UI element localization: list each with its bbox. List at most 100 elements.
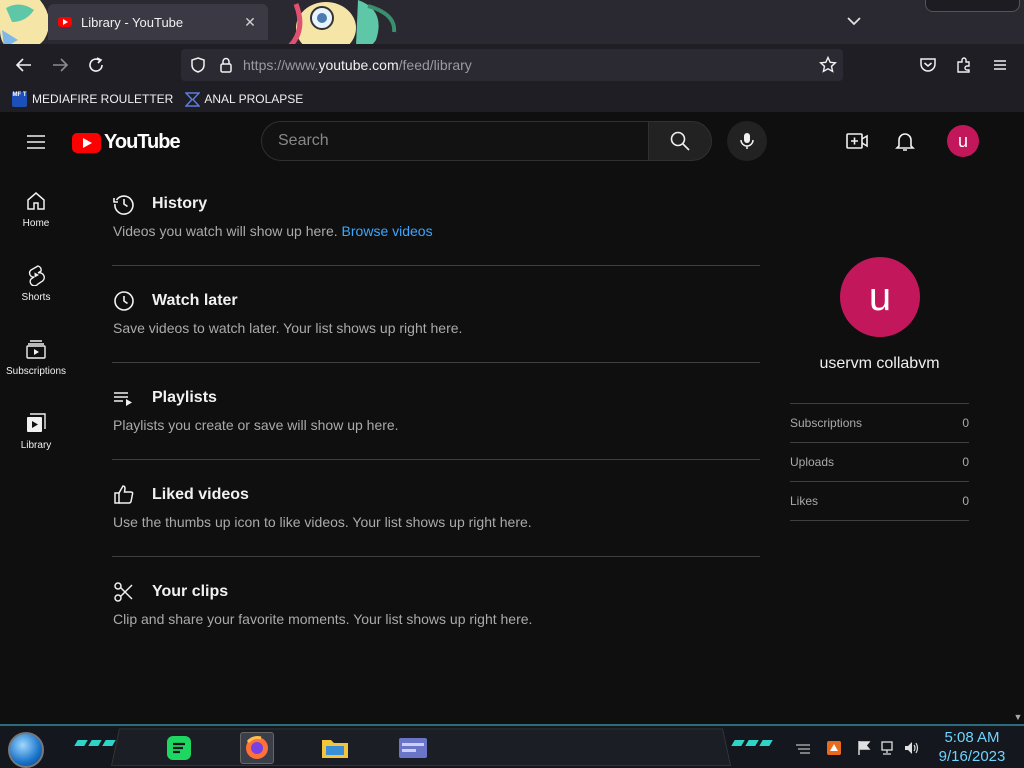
spotify-icon xyxy=(167,736,191,760)
microphone-icon xyxy=(740,133,754,149)
system-clock[interactable]: 5:08 AM 9/16/2023 xyxy=(930,728,1014,766)
extensions-button[interactable] xyxy=(953,54,975,76)
youtube-header: YouTube u xyxy=(0,112,1012,170)
create-video-icon[interactable] xyxy=(845,129,869,153)
youtube-play-icon xyxy=(72,132,101,153)
tab-youtube-library[interactable]: Library - YouTube ✕ xyxy=(48,4,268,40)
sidebar-item-home[interactable]: Home xyxy=(0,170,72,244)
taskbar-firefox-button[interactable] xyxy=(240,732,274,764)
bookmarks-toolbar: MF T MEDIAFIRE ROULETTER ANAL PROLAPSE xyxy=(0,86,1024,112)
stat-row-likes: Likes 0 xyxy=(790,481,969,520)
stat-row-uploads: Uploads 0 xyxy=(790,442,969,481)
section-header[interactable]: Playlists xyxy=(112,386,217,410)
stat-label: Subscriptions xyxy=(790,416,863,430)
browse-videos-link[interactable]: Browse videos xyxy=(342,223,433,239)
stat-value: 0 xyxy=(962,455,969,469)
divider xyxy=(790,520,969,521)
section-liked-videos: Liked videos Use the thumbs up icon to l… xyxy=(112,461,760,558)
search-icon xyxy=(670,131,690,151)
browser-nav-bar: https://www.youtube.com/feed/library xyxy=(0,44,1024,86)
network-icon[interactable] xyxy=(880,740,896,756)
taskbar-file-explorer-button[interactable] xyxy=(318,732,352,764)
youtube-favicon-icon xyxy=(58,17,72,27)
search-button[interactable] xyxy=(648,121,712,161)
section-title: History xyxy=(152,195,208,212)
pocket-icon xyxy=(920,58,936,72)
folder-icon xyxy=(322,740,348,758)
watch-later-icon xyxy=(114,291,134,311)
youtube-wordmark: YouTube xyxy=(104,131,181,153)
sidebar-item-shorts[interactable]: Shorts xyxy=(0,244,72,318)
section-title: Watch later xyxy=(152,292,238,309)
clock-time: 5:08 AM xyxy=(944,729,1000,746)
forward-button[interactable] xyxy=(49,54,71,76)
youtube-logo[interactable]: YouTube xyxy=(72,131,181,154)
section-playlists: Playlists Playlists you create or save w… xyxy=(112,364,760,461)
bookmark-mediafire-rouletter[interactable]: MF T MEDIAFIRE ROULETTER xyxy=(12,91,174,107)
volume-icon[interactable] xyxy=(904,740,920,756)
bookmark-anal-prolapse[interactable]: ANAL PROLAPSE xyxy=(185,91,304,107)
notifications-bell-icon[interactable] xyxy=(893,129,917,153)
tab-close-icon[interactable]: ✕ xyxy=(242,14,258,31)
search-box xyxy=(261,121,649,161)
taskbar: 5:08 AM 9/16/2023 xyxy=(0,724,1024,768)
url-text: https://www.youtube.com/feed/library xyxy=(243,57,472,73)
bookmark-star-icon[interactable] xyxy=(819,56,837,74)
sigma-icon xyxy=(185,91,201,107)
section-header[interactable]: Watch later xyxy=(112,289,238,313)
bookmark-label: MEDIAFIRE ROULETTER xyxy=(32,92,174,106)
section-title: Liked videos xyxy=(152,486,249,503)
divider xyxy=(112,362,760,363)
account-avatar-button[interactable]: u xyxy=(947,125,979,157)
sidebar-item-label: Library xyxy=(20,440,52,451)
shorts-icon xyxy=(28,265,45,286)
shield-icon[interactable] xyxy=(189,56,207,74)
address-bar[interactable]: https://www.youtube.com/feed/library xyxy=(181,49,843,81)
history-icon xyxy=(113,195,134,215)
clips-scissors-icon xyxy=(114,582,133,602)
sidebar-item-label: Subscriptions xyxy=(5,366,67,377)
subscriptions-icon xyxy=(26,340,46,359)
voice-search-button[interactable] xyxy=(727,121,767,161)
bookmark-label: ANAL PROLAPSE xyxy=(204,92,304,106)
firefox-icon xyxy=(246,736,268,759)
divider xyxy=(112,556,760,557)
hamburger-menu-icon xyxy=(994,60,1006,70)
section-header[interactable]: Liked videos xyxy=(112,483,249,507)
forward-arrow-icon xyxy=(53,58,69,72)
puzzle-icon xyxy=(957,57,970,73)
window-app-icon xyxy=(399,738,427,758)
stat-value: 0 xyxy=(962,494,969,508)
lock-icon[interactable] xyxy=(217,56,235,74)
section-header[interactable]: Your clips xyxy=(112,580,228,604)
sidebar-item-subscriptions[interactable]: Subscriptions xyxy=(0,318,72,392)
section-description: Use the thumbs up icon to like videos. Y… xyxy=(113,514,532,530)
sidebar-item-library[interactable]: Library xyxy=(0,392,72,466)
taskbar-decoration xyxy=(74,740,116,748)
list-all-tabs-chevron-icon[interactable] xyxy=(845,12,863,30)
taskbar-app-button[interactable] xyxy=(396,732,430,764)
profile-avatar[interactable]: u xyxy=(840,257,920,337)
stat-value: 0 xyxy=(962,416,969,430)
taskbar-spotify-button[interactable] xyxy=(162,732,196,764)
section-description: Videos you watch will show up here. Brow… xyxy=(113,223,433,239)
reload-button[interactable] xyxy=(85,54,107,76)
stat-row-subscriptions: Subscriptions 0 xyxy=(790,403,969,442)
section-title: Playlists xyxy=(152,389,217,406)
app-menu-button[interactable] xyxy=(989,54,1011,76)
guide-menu-icon[interactable] xyxy=(24,130,48,154)
home-icon xyxy=(27,192,45,210)
tray-app-icon[interactable] xyxy=(826,740,842,756)
section-history: History Videos you watch will show up he… xyxy=(112,170,760,267)
action-center-flag-icon[interactable] xyxy=(856,740,872,756)
start-orb-button[interactable] xyxy=(8,732,44,768)
tray-stripes-icon[interactable] xyxy=(795,740,811,756)
section-header[interactable]: History xyxy=(112,192,207,216)
scrollbar-down-arrow-icon[interactable]: ▼ xyxy=(1012,712,1024,724)
stat-label: Likes xyxy=(790,494,819,508)
profile-name: uservm collabvm xyxy=(819,355,940,372)
section-watch-later: Watch later Save videos to watch later. … xyxy=(112,267,760,364)
pocket-button[interactable] xyxy=(917,54,939,76)
search-input[interactable] xyxy=(278,132,648,150)
back-button[interactable] xyxy=(13,54,35,76)
